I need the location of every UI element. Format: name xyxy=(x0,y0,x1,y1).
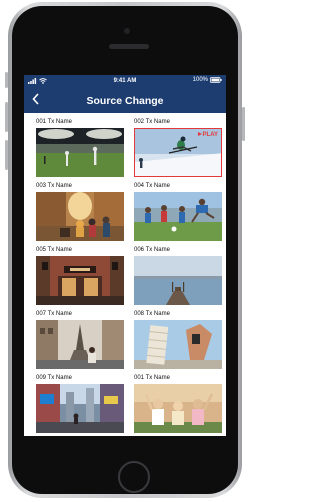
volume-up-button xyxy=(5,102,8,132)
tile-label: 003 Tx Name xyxy=(36,183,72,189)
thumbnail-urban-street xyxy=(36,384,124,433)
status-bar: 9:41 AM 100% xyxy=(24,75,226,89)
power-button xyxy=(242,107,245,141)
tile-label: 008 Tx Name xyxy=(134,311,170,317)
front-camera xyxy=(124,28,130,34)
battery-icon xyxy=(210,77,222,83)
page-title: Source Change xyxy=(86,95,164,107)
navigation-bar: Source Change xyxy=(24,89,226,113)
tile-label: 001 Tx Name xyxy=(134,375,170,381)
volume-down-button xyxy=(5,140,8,170)
play-icon xyxy=(197,132,202,137)
earpiece-speaker xyxy=(109,44,149,49)
thumbnail-shop-front xyxy=(36,256,124,305)
tile-label: 001 Tx Name xyxy=(36,119,72,125)
mute-switch xyxy=(5,72,8,88)
home-button[interactable] xyxy=(118,461,150,493)
tile-label: 009 Tx Name xyxy=(36,375,72,381)
thumbnail-skier-jump: PLAY xyxy=(134,128,222,177)
tile-label: 004 Tx Name xyxy=(134,183,170,189)
thumbnail-kids-soccer xyxy=(134,192,222,241)
app-screen: 9:41 AM 100% Source Change 001 Tx Name 0… xyxy=(24,75,226,436)
play-label: PLAY xyxy=(202,132,218,138)
thumbnail-pisa-tower xyxy=(134,320,222,369)
thumbnail-lake-pier xyxy=(134,256,222,305)
tile-label: 005 Tx Name xyxy=(36,247,72,253)
thumbnail-friends-selfie xyxy=(134,384,222,433)
thumbnail-soccer-stadium xyxy=(36,128,124,177)
thumbnail-paris-eiffel xyxy=(36,320,124,369)
tile-label: 002 Tx Name xyxy=(134,119,170,125)
play-badge: PLAY xyxy=(197,132,218,138)
battery-percent: 100% xyxy=(192,77,208,83)
tile-label: 006 Tx Name xyxy=(134,247,170,253)
thumbnail-city-street-people xyxy=(36,192,124,241)
tile-label: 007 Tx Name xyxy=(36,311,72,317)
